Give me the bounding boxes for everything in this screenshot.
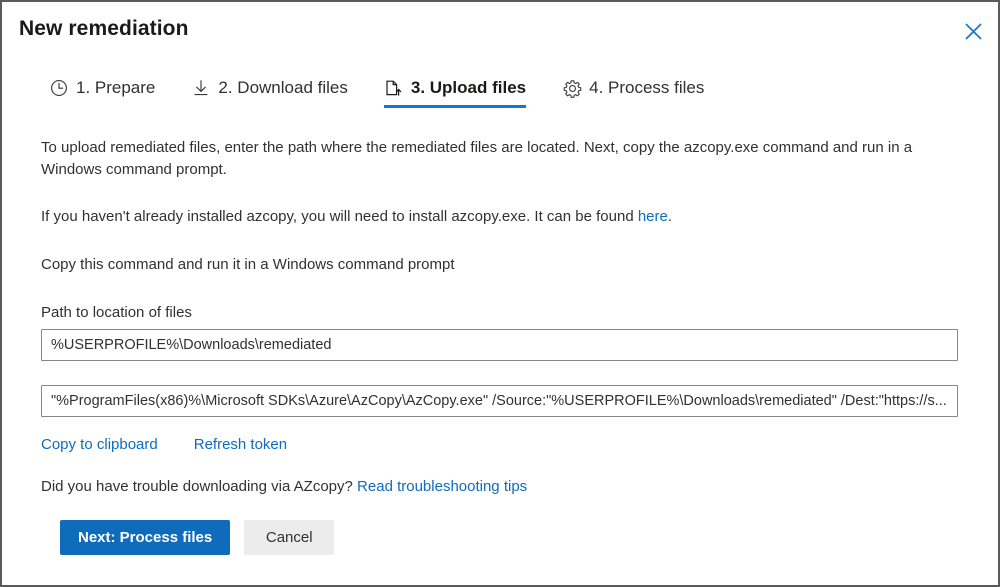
path-field-label: Path to location of files [41,304,192,321]
new-remediation-dialog: New remediation 1. Prepare 2. Download f… [0,0,1000,587]
tab-prepare[interactable]: 1. Prepare [49,74,155,112]
tab-download-files-label: 2. Download files [218,78,348,97]
cancel-button[interactable]: Cancel [244,520,335,555]
refresh-token-link[interactable]: Refresh token [194,436,287,453]
intro-paragraph: To upload remediated files, enter the pa… [41,139,913,178]
wizard-tablist: 1. Prepare 2. Download files 3. Upload f… [49,74,740,112]
next-process-files-button[interactable]: Next: Process files [60,520,231,555]
download-arrow-icon [191,78,211,98]
path-to-files-input[interactable] [41,329,958,361]
troubleshooting-text: Did you have trouble downloading via AZc… [41,478,358,495]
azcopy-download-link[interactable]: here [638,208,668,225]
file-upload-icon [384,78,404,98]
command-actions: Copy to clipboard Refresh token [41,436,958,453]
close-icon [964,22,982,40]
tab-download-files[interactable]: 2. Download files [191,74,348,112]
tab-upload-files[interactable]: 3. Upload files [383,74,527,112]
tab-process-files-label: 4. Process files [589,78,705,97]
upload-files-panel: To upload remediated files, enter the pa… [41,132,958,495]
page-title: New remediation [19,17,189,40]
copy-instruction-text: Copy this command and run it in a Window… [41,256,455,274]
copy-to-clipboard-link[interactable]: Copy to clipboard [41,436,158,453]
close-icon-button[interactable] [956,14,990,48]
tab-prepare-label: 1. Prepare [76,78,156,97]
dialog-footer: Next: Process files Cancel [60,520,335,555]
install-text-after: . [667,207,673,225]
install-text-before: If you haven't already installed azcopy,… [41,207,638,225]
clock-icon [49,78,69,98]
install-azcopy-paragraph: If you haven't already installed azcopy,… [41,206,921,228]
dialog-titlebar: New remediation [2,2,998,60]
azcopy-command-input[interactable] [41,385,958,417]
tab-upload-files-label: 3. Upload files [410,78,527,97]
troubleshooting-row: Did you have trouble downloading via AZc… [41,478,958,495]
read-troubleshooting-tips-link[interactable]: Read troubleshooting tips [357,478,527,495]
gear-icon [562,78,582,98]
tab-process-files[interactable]: 4. Process files [562,74,704,112]
